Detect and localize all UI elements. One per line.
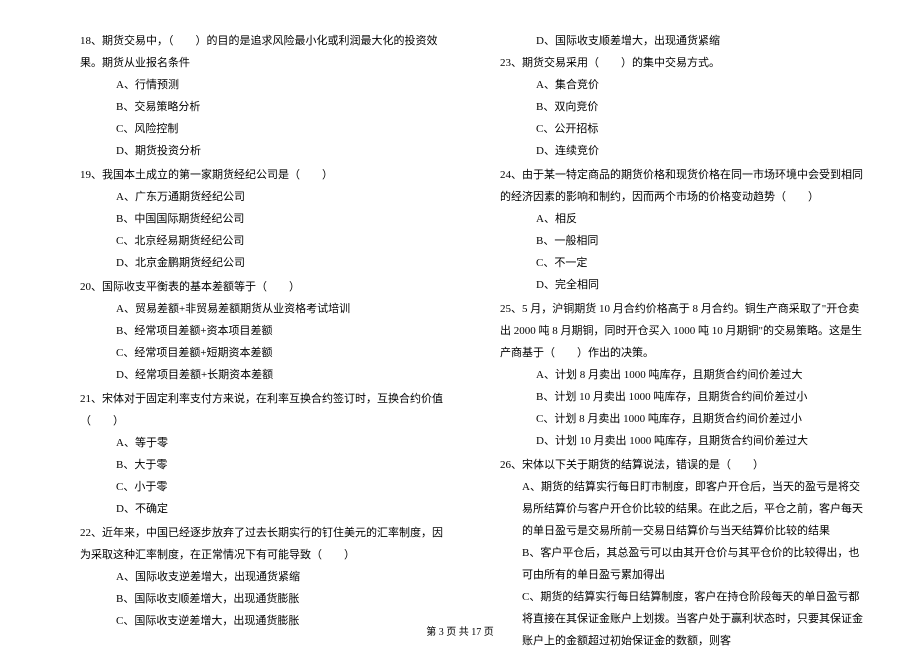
option-a: A、贸易差额+非贸易差额期货从业资格考试培训 [116, 298, 450, 320]
question-25: 25、5 月，沪铜期货 10 月合约价格高于 8 月合约。铜生产商采取了"开仓卖… [500, 298, 870, 452]
option-b: B、国际收支顺差增大，出现通货膨胀 [116, 588, 450, 610]
question-options: A、计划 8 月卖出 1000 吨库存，且期货合约间价差过大 B、计划 10 月… [500, 364, 870, 452]
option-d: D、完全相同 [536, 274, 870, 296]
option-b: B、一般相同 [536, 230, 870, 252]
left-column: 18、期货交易中，（ ）的目的是追求风险最小化或利润最大化的投资效果。期货从业报… [80, 30, 450, 654]
option-b: B、大于零 [116, 454, 450, 476]
option-a: A、集合竞价 [536, 74, 870, 96]
option-c: C、计划 8 月卖出 1000 吨库存，且期货合约间价差过小 [536, 408, 870, 430]
option-c: C、公开招标 [536, 118, 870, 140]
question-text: 18、期货交易中，（ ）的目的是追求风险最小化或利润最大化的投资效果。期货从业报… [80, 30, 450, 74]
question-text: 22、近年来，中国已经逐步放弃了过去长期实行的钉住美元的汇率制度，因为采取这种汇… [80, 522, 450, 566]
option-d: D、期货投资分析 [116, 140, 450, 162]
option-b: B、经常项目差额+资本项目差额 [116, 320, 450, 342]
option-b: B、中国国际期货经纪公司 [116, 208, 450, 230]
option-a: A、期货的结算实行每日盯市制度，即客户开仓后，当天的盈亏是将交易所结算价与客户开… [522, 476, 870, 542]
option-c: C、风险控制 [116, 118, 450, 140]
question-options: A、集合竞价 B、双向竞价 C、公开招标 D、连续竞价 [500, 74, 870, 162]
option-b: B、客户平仓后，其总盈亏可以由其开仓价与其平仓价的比较得出，也可由所有的单日盈亏… [522, 542, 870, 586]
question-options: A、相反 B、一般相同 C、不一定 D、完全相同 [500, 208, 870, 296]
question-text: 21、宋体对于固定利率支付方来说，在利率互换合约签订时，互换合约价值（ ） [80, 388, 450, 432]
question-text: 24、由于某一特定商品的期货价格和现货价格在同一市场环境中会受到相同的经济因素的… [500, 164, 870, 208]
question-21: 21、宋体对于固定利率支付方来说，在利率互换合约签订时，互换合约价值（ ） A、… [80, 388, 450, 520]
option-a: A、等于零 [116, 432, 450, 454]
option-b: B、双向竞价 [536, 96, 870, 118]
option-a: A、行情预测 [116, 74, 450, 96]
option-b: B、交易策略分析 [116, 96, 450, 118]
option-d: D、连续竞价 [536, 140, 870, 162]
question-22-continued: D、国际收支顺差增大，出现通货紧缩 [500, 30, 870, 52]
option-a: A、国际收支逆差增大，出现通货紧缩 [116, 566, 450, 588]
question-options: A、等于零 B、大于零 C、小于零 D、不确定 [80, 432, 450, 520]
option-c: C、小于零 [116, 476, 450, 498]
page-footer: 第 3 页 共 17 页 [0, 623, 920, 638]
question-text: 19、我国本土成立的第一家期货经纪公司是（ ） [80, 164, 450, 186]
question-23: 23、期货交易采用（ ）的集中交易方式。 A、集合竞价 B、双向竞价 C、公开招… [500, 52, 870, 162]
option-b: B、计划 10 月卖出 1000 吨库存，且期货合约间价差过小 [536, 386, 870, 408]
question-options: A、贸易差额+非贸易差额期货从业资格考试培训 B、经常项目差额+资本项目差额 C… [80, 298, 450, 386]
question-text: 26、宋体以下关于期货的结算说法，错误的是（ ） [500, 454, 870, 476]
option-d: D、不确定 [116, 498, 450, 520]
document-page: 18、期货交易中，（ ）的目的是追求风险最小化或利润最大化的投资效果。期货从业报… [0, 0, 920, 664]
question-options: A、行情预测 B、交易策略分析 C、风险控制 D、期货投资分析 [80, 74, 450, 162]
option-d: D、经常项目差额+长期资本差额 [116, 364, 450, 386]
option-c: C、不一定 [536, 252, 870, 274]
option-d: D、计划 10 月卖出 1000 吨库存，且期货合约间价差过大 [536, 430, 870, 452]
question-text: 23、期货交易采用（ ）的集中交易方式。 [500, 52, 870, 74]
option-a: A、计划 8 月卖出 1000 吨库存，且期货合约间价差过大 [536, 364, 870, 386]
question-19: 19、我国本土成立的第一家期货经纪公司是（ ） A、广东万通期货经纪公司 B、中… [80, 164, 450, 274]
question-18: 18、期货交易中，（ ）的目的是追求风险最小化或利润最大化的投资效果。期货从业报… [80, 30, 450, 162]
question-22: 22、近年来，中国已经逐步放弃了过去长期实行的钉住美元的汇率制度，因为采取这种汇… [80, 522, 450, 632]
question-text: 20、国际收支平衡表的基本差额等于（ ） [80, 276, 450, 298]
option-d: D、国际收支顺差增大，出现通货紧缩 [536, 30, 870, 52]
question-20: 20、国际收支平衡表的基本差额等于（ ） A、贸易差额+非贸易差额期货从业资格考… [80, 276, 450, 386]
question-options: A、广东万通期货经纪公司 B、中国国际期货经纪公司 C、北京经易期货经纪公司 D… [80, 186, 450, 274]
question-text: 25、5 月，沪铜期货 10 月合约价格高于 8 月合约。铜生产商采取了"开仓卖… [500, 298, 870, 364]
option-d: D、北京金鹏期货经纪公司 [116, 252, 450, 274]
question-24: 24、由于某一特定商品的期货价格和现货价格在同一市场环境中会受到相同的经济因素的… [500, 164, 870, 296]
option-a: A、相反 [536, 208, 870, 230]
option-c: C、经常项目差额+短期资本差额 [116, 342, 450, 364]
option-c: C、北京经易期货经纪公司 [116, 230, 450, 252]
option-c: C、期货的结算实行每日结算制度，客户在持仓阶段每天的单日盈亏都将直接在其保证金账… [522, 586, 870, 652]
option-a: A、广东万通期货经纪公司 [116, 186, 450, 208]
right-column: D、国际收支顺差增大，出现通货紧缩 23、期货交易采用（ ）的集中交易方式。 A… [500, 30, 870, 654]
